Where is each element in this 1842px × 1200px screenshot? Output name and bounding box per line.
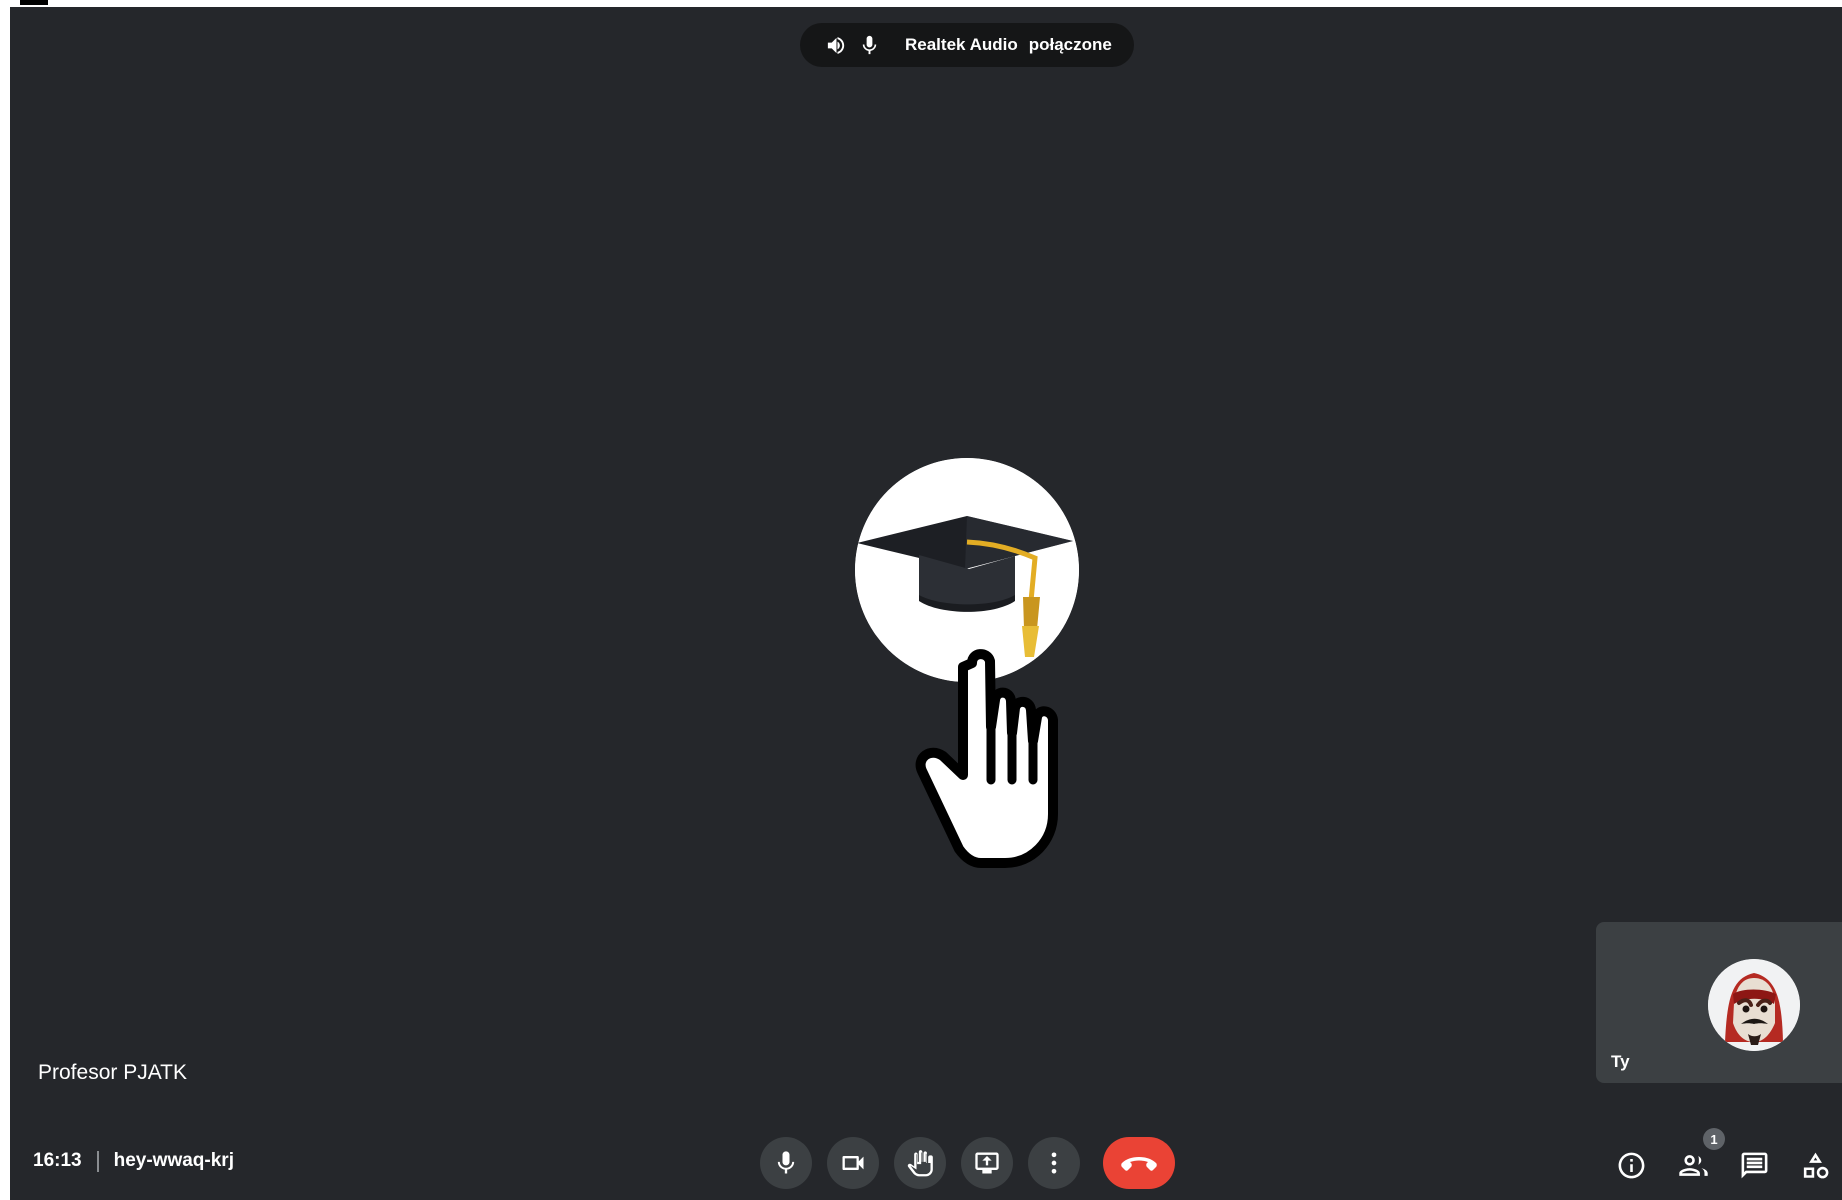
end-call-button[interactable] [1103, 1137, 1175, 1189]
hand-icon [907, 1150, 933, 1177]
info-icon [1618, 1152, 1644, 1178]
people-button[interactable] [1674, 1146, 1712, 1184]
present-screen-icon [975, 1152, 999, 1174]
camera-icon [842, 1156, 864, 1170]
raise-hand-button[interactable] [894, 1137, 946, 1189]
people-icon [1678, 1154, 1708, 1176]
meeting-details-button[interactable] [1612, 1146, 1650, 1184]
audio-device-name: Realtek Audio [905, 35, 1018, 54]
more-options-icon [1051, 1152, 1057, 1174]
meeting-time: 16:13 [33, 1150, 82, 1171]
meeting-window: Realtek Audio połączone Profesor PJATK T… [10, 7, 1842, 1200]
self-view-label: Ty [1611, 1052, 1630, 1071]
self-view-tile[interactable]: Ty [1596, 922, 1842, 1083]
camera-button[interactable] [827, 1137, 879, 1189]
meeting-code: hey-wwaq-krj [113, 1150, 234, 1171]
mask-avatar-icon [1708, 959, 1800, 1051]
hand-cursor-icon [914, 645, 1074, 875]
activities-icon [1803, 1152, 1828, 1178]
speaker-icon [825, 34, 848, 57]
audio-connection-label: połączone [1028, 35, 1112, 54]
audio-connection-status: Realtek Audio połączone [800, 23, 1134, 67]
end-call-icon [1121, 1157, 1157, 1171]
meeting-info-divider [96, 1150, 99, 1172]
meeting-info: 16:13 hey-wwaq-krj [33, 1146, 234, 1176]
more-options-button[interactable] [1028, 1137, 1080, 1189]
chat-icon [1741, 1152, 1767, 1178]
activities-button[interactable] [1796, 1146, 1834, 1184]
present-screen-button[interactable] [961, 1137, 1013, 1189]
self-avatar [1708, 959, 1800, 1051]
window-edge-marker [20, 0, 48, 5]
microphone-button[interactable] [760, 1137, 812, 1189]
microphone-icon [777, 1151, 795, 1174]
chat-button[interactable] [1735, 1146, 1773, 1184]
microphone-icon [858, 34, 881, 57]
main-participant-name: Profesor PJATK [38, 1061, 187, 1084]
